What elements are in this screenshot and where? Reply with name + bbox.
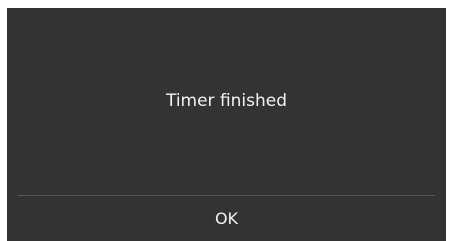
dialog-message: Timer finished bbox=[165, 91, 288, 111]
ok-button[interactable]: OK bbox=[7, 196, 446, 241]
timer-finished-dialog: Timer finished OK bbox=[7, 8, 446, 241]
